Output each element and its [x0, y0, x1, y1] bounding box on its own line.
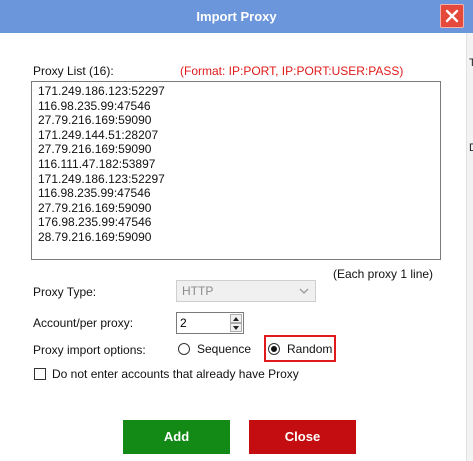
- proxy-line: 116.111.47.182:53897: [38, 156, 156, 171]
- radio-selected-dot: [271, 346, 277, 352]
- proxy-line: 28.79.216.169:59090: [38, 229, 152, 244]
- proxy-line: 27.79.216.169:59090: [38, 142, 152, 157]
- proxy-line: 116.98.235.99:47546: [38, 98, 151, 113]
- window-title: Import Proxy: [196, 9, 277, 24]
- add-button[interactable]: Add: [123, 420, 230, 454]
- import-options-label: Proxy import options:: [33, 343, 146, 357]
- radio-random[interactable]: Random: [268, 342, 334, 358]
- background-glyph-top: T: [469, 57, 473, 69]
- proxy-type-select[interactable]: HTTP: [176, 280, 316, 302]
- close-button[interactable]: Close: [249, 420, 356, 454]
- proxy-line: 171.249.186.123:52297: [38, 171, 165, 186]
- proxy-line: 176.98.235.99:47546: [38, 215, 152, 230]
- proxy-list-label: Proxy List (16):: [33, 64, 114, 78]
- proxy-line-note: (Each proxy 1 line): [333, 267, 434, 281]
- account-per-proxy-label: Account/per proxy:: [33, 316, 134, 330]
- proxy-line: 27.79.216.169:59090: [38, 200, 152, 215]
- background-window-edge: T D: [466, 33, 473, 461]
- caret-up-icon: [233, 317, 239, 321]
- close-icon: [445, 9, 459, 23]
- proxy-line: 116.98.235.99:47546: [38, 186, 151, 201]
- window-close-button[interactable]: [440, 4, 464, 28]
- proxy-type-label: Proxy Type:: [33, 285, 97, 299]
- account-per-proxy-stepper: [176, 312, 244, 334]
- background-glyph-mid: D: [469, 142, 473, 154]
- radio-sequence[interactable]: Sequence: [178, 342, 258, 358]
- radio-circle: [268, 343, 280, 355]
- proxy-list-textarea[interactable]: 171.249.186.123:52297 116.98.235.99:4754…: [31, 81, 441, 260]
- proxy-line: 27.79.216.169:59090: [38, 113, 152, 128]
- proxy-type-value: HTTP: [182, 284, 214, 298]
- account-per-proxy-input[interactable]: [180, 315, 224, 331]
- caret-down-icon: [233, 326, 239, 330]
- proxy-line: 171.249.144.51:28207: [38, 127, 159, 142]
- chevron-down-icon: [299, 288, 309, 294]
- stepper-down-button[interactable]: [230, 323, 242, 332]
- stepper-up-button[interactable]: [230, 314, 242, 323]
- radio-sequence-label: Sequence: [197, 342, 252, 356]
- skip-existing-label: Do not enter accounts that already have …: [52, 367, 299, 381]
- radio-circle: [178, 343, 190, 355]
- proxy-line: 171.249.186.123:52297: [38, 84, 165, 98]
- skip-existing-checkbox[interactable]: [34, 368, 46, 380]
- proxy-format-hint: (Format: IP:PORT, IP:PORT:USER:PASS): [180, 64, 404, 78]
- radio-random-label: Random: [287, 342, 333, 356]
